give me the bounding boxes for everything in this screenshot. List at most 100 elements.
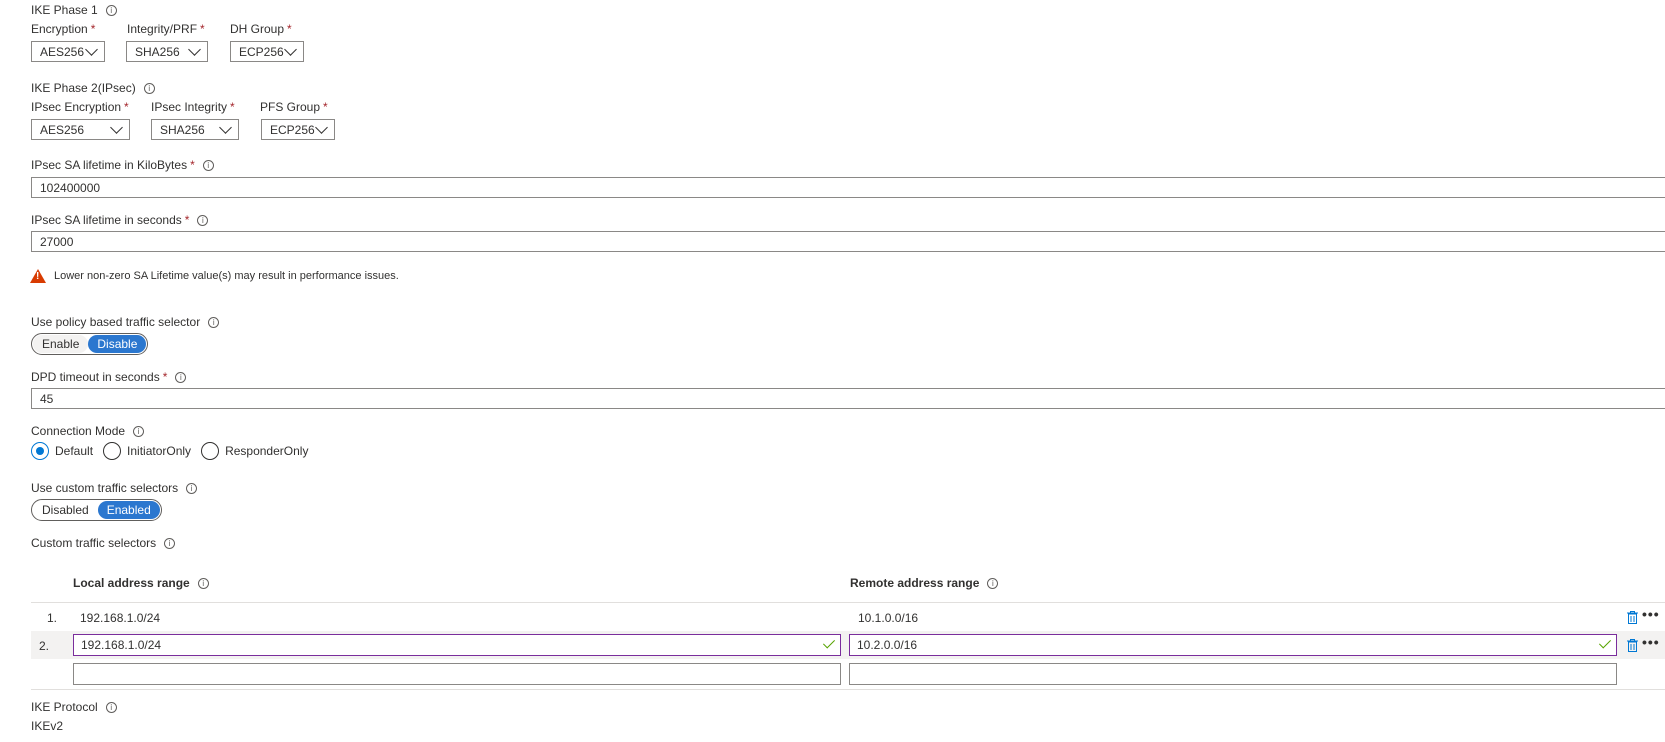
policy-selector-label: Use policy based traffic selector i (31, 315, 220, 329)
info-icon[interactable]: i (208, 316, 220, 328)
ipsec-encryption-label: IPsec Encryption * (31, 100, 129, 114)
integrity-label-text: Integrity/PRF (127, 22, 198, 36)
remote-range-input[interactable]: 10.2.0.0/16 (849, 634, 1617, 656)
row-index: 2. (39, 639, 50, 653)
info-icon[interactable]: i (133, 425, 145, 437)
dpd-label-text: DPD timeout in seconds (31, 370, 160, 384)
more-options-icon[interactable]: ••• (1642, 606, 1660, 622)
local-range-header-text: Local address range (73, 576, 190, 590)
radio-responder-label: ResponderOnly (225, 444, 309, 458)
local-range-input[interactable]: 192.168.1.0/24 (73, 634, 841, 656)
warning-triangle-icon: ! (30, 269, 46, 283)
ike-protocol-value: IKEv2 (31, 719, 63, 733)
encryption-label-text: Encryption (31, 22, 88, 36)
ike-protocol-value-text: IKEv2 (31, 719, 64, 733)
policy-disable-option[interactable]: Disable (88, 335, 147, 353)
new-local-range-input[interactable] (73, 663, 841, 685)
table-divider (31, 689, 1665, 690)
row-index: 1. (47, 611, 58, 625)
new-remote-range-input[interactable] (849, 663, 1617, 685)
encryption-value: AES256 (40, 44, 85, 59)
custom-selectors-label: Custom traffic selectors i (31, 536, 176, 550)
custom-selectors-label-text: Custom traffic selectors (31, 536, 157, 550)
dpd-label: DPD timeout in seconds * i (31, 370, 187, 384)
sa-kilobytes-input[interactable]: 102400000 (31, 177, 1665, 198)
warning-text: Lower non-zero SA Lifetime value(s) may … (54, 270, 399, 282)
required-mark: * (287, 22, 292, 36)
radio-responder-only[interactable]: ResponderOnly (201, 442, 308, 460)
policy-enable-option[interactable]: Enable (33, 335, 89, 353)
radio-icon[interactable] (201, 442, 220, 460)
radio-selected-icon[interactable] (31, 442, 49, 460)
ipsec-integrity-label-text: IPsec Integrity (151, 100, 228, 114)
chevron-down-icon (284, 43, 297, 56)
radio-icon[interactable] (103, 442, 122, 460)
remote-range-header: Remote address range i (850, 576, 999, 590)
dh-group-label-text: DH Group (230, 22, 285, 36)
local-range-value: 192.168.1.0/24 (81, 638, 162, 652)
connection-mode-label: Connection Mode i (31, 424, 145, 438)
chevron-down-icon (110, 121, 123, 134)
table-new-row (31, 659, 1665, 687)
sa-kilobytes-label: IPsec SA lifetime in KiloBytes * i (31, 158, 214, 172)
delete-icon[interactable] (1627, 639, 1638, 652)
custom-selectors-toggle-label-text: Use custom traffic selectors (31, 481, 179, 495)
custom-enabled-option[interactable]: Enabled (97, 501, 160, 519)
pfs-group-dropdown[interactable]: ECP256 (261, 119, 335, 140)
chevron-down-icon (85, 43, 98, 56)
info-icon[interactable]: i (105, 701, 117, 713)
dpd-input[interactable]: 45 (31, 388, 1665, 409)
table-row: 1. 192.168.1.0/24 10.1.0.0/16 ••• (31, 603, 1665, 631)
sa-kilobytes-value: 102400000 (40, 180, 101, 195)
remote-range-value: 10.2.0.0/16 (857, 638, 918, 652)
ike-protocol-label-text: IKE Protocol (31, 700, 98, 714)
integrity-value: SHA256 (135, 44, 180, 59)
custom-selectors-toggle[interactable]: Disabled Enabled (31, 499, 162, 521)
info-icon[interactable]: i (202, 159, 214, 171)
more-options-icon[interactable]: ••• (1642, 634, 1660, 650)
local-range-cell[interactable]: 192.168.1.0/24 (80, 611, 160, 625)
custom-selectors-toggle-label: Use custom traffic selectors i (31, 481, 198, 495)
ike-phase1-title: IKE Phase 1 i (31, 3, 117, 17)
info-icon[interactable]: i (197, 214, 209, 226)
info-icon[interactable]: i (987, 577, 999, 589)
remote-range-header-text: Remote address range (850, 576, 980, 590)
required-mark: * (162, 370, 168, 384)
ipsec-integrity-dropdown[interactable]: SHA256 (151, 119, 239, 140)
chevron-down-icon (188, 43, 201, 56)
encryption-dropdown[interactable]: AES256 (31, 41, 105, 62)
policy-selector-toggle[interactable]: Enable Disable (31, 333, 149, 355)
info-icon[interactable]: i (197, 577, 209, 589)
ike-phase2-title-text: IKE Phase 2(IPsec) (31, 81, 136, 95)
radio-initiator-only[interactable]: InitiatorOnly (103, 442, 191, 460)
pfs-group-label: PFS Group * (260, 100, 328, 114)
dpd-value: 45 (40, 391, 54, 406)
radio-default-label: Default (55, 444, 94, 458)
pfs-group-label-text: PFS Group (260, 100, 321, 114)
required-mark: * (230, 100, 235, 114)
chevron-down-icon (219, 121, 232, 134)
ike-phase1-title-text: IKE Phase 1 (31, 3, 98, 17)
ipsec-integrity-value: SHA256 (160, 122, 205, 137)
sa-kilobytes-label-text: IPsec SA lifetime in KiloBytes (31, 158, 188, 172)
ike-phase2-title: IKE Phase 2(IPsec) i (31, 81, 155, 95)
info-icon[interactable]: i (164, 537, 176, 549)
local-range-header: Local address range i (73, 576, 209, 590)
table-row: 2. 192.168.1.0/24 10.2.0.0/16 ••• (31, 631, 1665, 659)
info-icon[interactable]: i (175, 371, 187, 383)
dh-group-dropdown[interactable]: ECP256 (230, 41, 304, 62)
required-mark: * (124, 100, 129, 114)
info-icon[interactable]: i (143, 82, 155, 94)
ipsec-encryption-dropdown[interactable]: AES256 (31, 119, 130, 140)
radio-default[interactable]: Default (31, 442, 93, 460)
remote-range-cell[interactable]: 10.1.0.0/16 (858, 611, 918, 625)
delete-icon[interactable] (1627, 611, 1638, 624)
integrity-dropdown[interactable]: SHA256 (126, 41, 208, 62)
ipsec-encryption-value: AES256 (40, 122, 85, 137)
custom-disabled-option[interactable]: Disabled (33, 501, 98, 519)
info-icon[interactable]: i (105, 4, 117, 16)
radio-initiator-label: InitiatorOnly (127, 444, 192, 458)
sa-seconds-input[interactable]: 27000 (31, 231, 1665, 252)
sa-seconds-label: IPsec SA lifetime in seconds * i (31, 213, 209, 227)
info-icon[interactable]: i (186, 482, 198, 494)
